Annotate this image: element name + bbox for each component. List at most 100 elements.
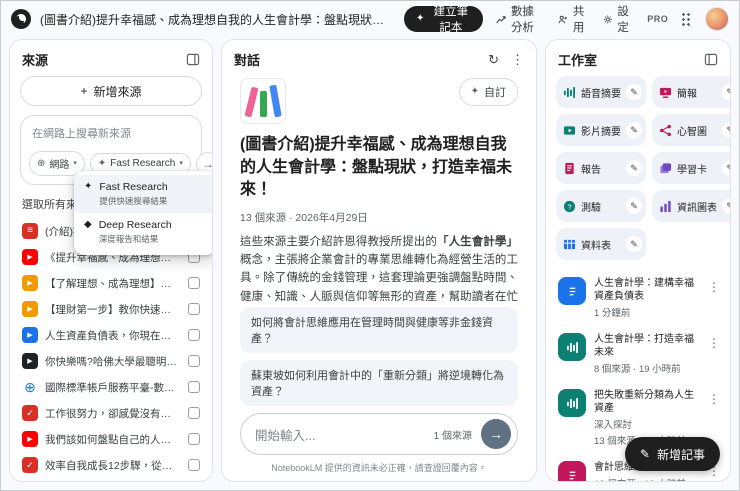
studio-tool-mind-map[interactable]: 心智圖 <box>652 114 730 146</box>
source-list-item[interactable]: 效率自我成長12步驟，從記錄執行 <box>10 452 212 478</box>
more-options-icon[interactable] <box>708 389 720 405</box>
sparkle-icon <box>471 87 479 97</box>
collapse-panel-icon[interactable] <box>186 53 200 66</box>
notebooklm-logo-icon[interactable] <box>11 9 31 29</box>
edit-pencil-icon[interactable] <box>722 122 730 138</box>
edit-pencil-icon[interactable] <box>626 198 642 214</box>
settings-button[interactable]: 設定 <box>603 3 634 35</box>
dropdown-option-fast-research[interactable]: Fast Research 提供快速搜尋結果 <box>74 175 212 213</box>
source-list-item[interactable]: 工作很努力，卻感覺沒有前進？ <box>10 400 212 426</box>
settings-label: 設定 <box>617 6 629 34</box>
more-options-icon[interactable] <box>708 333 720 349</box>
book-cover-thumbnail[interactable] <box>240 78 286 124</box>
source-checkbox[interactable] <box>188 407 200 419</box>
refresh-icon[interactable] <box>488 53 499 66</box>
quiz-icon: ? <box>563 200 576 212</box>
notebooklm-app: (圖書介紹)提升幸福感、成為理想自我的人生會計學：盤點現狀，打造幸福未... 建… <box>0 0 740 491</box>
studio-panel: 工作室 語音摘要 簡報 影片摘要 <box>545 39 731 482</box>
edit-pencil-icon[interactable] <box>626 236 642 252</box>
more-options-icon[interactable] <box>708 277 720 293</box>
item-meta: 8 個來源 · 19 小時前 <box>594 364 681 375</box>
source-list-item[interactable]: 我們該如何盤點自己的人生？《提 <box>10 426 212 452</box>
customize-button[interactable]: 自訂 <box>458 78 518 106</box>
source-title: 我們該如何盤點自己的人生？《提 <box>45 433 181 446</box>
more-options-icon[interactable] <box>511 53 524 66</box>
search-input[interactable]: 在網路上搜尋新來源 <box>29 124 193 151</box>
studio-item[interactable]: 人生會計學：打造幸福未來 8 個來源 · 19 小時前 <box>556 326 722 382</box>
globe-icon <box>37 159 45 169</box>
research-mode-dropdown: Fast Research 提供快速搜尋結果 Deep Research 深度報… <box>74 171 212 255</box>
share-button[interactable]: 共用 <box>558 3 589 35</box>
source-list-item[interactable]: 【了解理想、成為理想】成功學大 <box>10 270 212 296</box>
send-button[interactable] <box>481 419 511 449</box>
analytics-chart-icon <box>496 15 506 23</box>
add-source-button[interactable]: 新增來源 <box>20 76 202 106</box>
source-list-item[interactable]: 書本封面 <box>10 478 212 481</box>
disclaimer: NotebookLM 提供的資訊未必正確，請查證回覆內容。 <box>271 463 487 473</box>
apps-grid-icon[interactable] <box>681 12 692 26</box>
source-list: (介紹)提升幸福感、成為理想自我的人 《提升幸福感、成為理想自我的人 【了解理想… <box>10 218 212 481</box>
report-icon <box>558 277 586 305</box>
source-list-item[interactable]: 國際標準帳戶服務平臺-數位帳戶 <box>10 374 212 400</box>
edit-pencil-icon[interactable] <box>722 84 730 100</box>
source-checkbox[interactable] <box>188 303 200 315</box>
source-list-item[interactable]: 你快樂嗎?哈佛大學最聰明頭腦耗 <box>10 348 212 374</box>
sources-header: 來源 <box>22 53 49 68</box>
chat-content: 自訂 (圖書介紹)提升幸福感、成為理想自我的人生會計學：盤點現狀，打造幸福未來！… <box>222 76 536 301</box>
video-icon <box>563 125 576 135</box>
dropdown-option-deep-research[interactable]: Deep Research 深度報告和結果 <box>74 213 212 251</box>
studio-header: 工作室 <box>558 53 598 68</box>
suggested-question-chip[interactable]: 蘇東坡如何利用會計中的「重新分類」將逆境轉化為資產？ <box>240 360 518 406</box>
create-notebook-button[interactable]: 建立筆記本 <box>404 6 484 34</box>
collapse-panel-icon[interactable] <box>704 53 718 66</box>
source-checkbox[interactable] <box>188 277 200 289</box>
web-icon <box>22 379 38 395</box>
edit-pencil-icon[interactable] <box>626 84 642 100</box>
studio-tool-audio-overview[interactable]: 語音摘要 <box>556 76 646 108</box>
notebook-summary: 這些來源主要介紹許恩得教授所提出的「人生會計學」概念，主張將企業會計的專業思維轉… <box>240 236 519 301</box>
source-checkbox[interactable] <box>188 459 200 471</box>
avatar[interactable] <box>705 7 729 31</box>
source-checkbox[interactable] <box>188 329 200 341</box>
studio-tool-quiz[interactable]: ? 測驗 <box>556 190 646 222</box>
studio-tool-infographic[interactable]: 資訊圖表 <box>652 190 730 222</box>
studio-tool-data-table[interactable]: 資料表 <box>556 228 646 260</box>
checklist-icon <box>22 405 38 421</box>
tool-label: 資料表 <box>581 240 611 252</box>
source-list-item[interactable]: 人生資產負債表，你現在是盈餘還 <box>10 322 212 348</box>
studio-item[interactable]: 人生會計學：建構幸福資產負債表 1 分鐘前 <box>556 270 722 326</box>
suggested-question-chip[interactable]: 如何將會計思維應用在管理時間與健康等非金錢資產？ <box>240 307 518 353</box>
edit-pencil-icon[interactable] <box>722 160 730 176</box>
source-title: 你快樂嗎?哈佛大學最聰明頭腦耗 <box>45 355 181 368</box>
source-title: 【了解理想、成為理想】成功學大 <box>45 277 181 290</box>
tool-label: 影片摘要 <box>581 126 621 138</box>
add-note-button[interactable]: 新增記事 <box>624 437 720 471</box>
notebook-title[interactable]: (圖書介紹)提升幸福感、成為理想自我的人生會計學：盤點現狀，打造幸福未... <box>40 11 395 28</box>
chat-panel: 對話 自訂 (圖書介紹)提升幸福感、成為理想自我的人生會計學：盤點現狀，打造幸福… <box>221 39 537 482</box>
edit-pencil-icon[interactable] <box>722 198 730 214</box>
source-count-label: 1 個來源 <box>433 430 472 442</box>
infographic-icon <box>660 200 671 212</box>
studio-tool-video-overview[interactable]: 影片摘要 <box>556 114 646 146</box>
studio-tool-reports[interactable]: 報告 <box>556 152 646 184</box>
svg-text:?: ? <box>567 202 571 211</box>
web-filter-chip[interactable]: 網路 <box>29 151 85 176</box>
source-checkbox[interactable] <box>188 355 200 367</box>
source-checkbox[interactable] <box>188 433 200 445</box>
tool-label: 語音摘要 <box>581 88 621 100</box>
youtube-icon <box>22 353 38 369</box>
edit-pencil-icon[interactable] <box>626 160 642 176</box>
studio-tool-slides[interactable]: 簡報 <box>652 76 730 108</box>
tool-label: 簡報 <box>677 88 697 100</box>
web-chip-label: 網路 <box>49 160 70 171</box>
source-list-item[interactable]: 【理財第一步】教你快速建立個人 <box>10 296 212 322</box>
edit-pencil-icon[interactable] <box>626 122 642 138</box>
source-checkbox[interactable] <box>188 381 200 393</box>
analytics-button[interactable]: 數據分析 <box>496 3 545 35</box>
option-label: Fast Research <box>99 181 168 193</box>
pro-badge: PRO <box>647 14 669 24</box>
chat-input[interactable]: 開始輸入... <box>255 425 434 444</box>
youtube-icon <box>22 249 38 265</box>
add-note-label: 新增記事 <box>656 447 705 462</box>
studio-tool-flashcards[interactable]: 學習卡 <box>652 152 730 184</box>
